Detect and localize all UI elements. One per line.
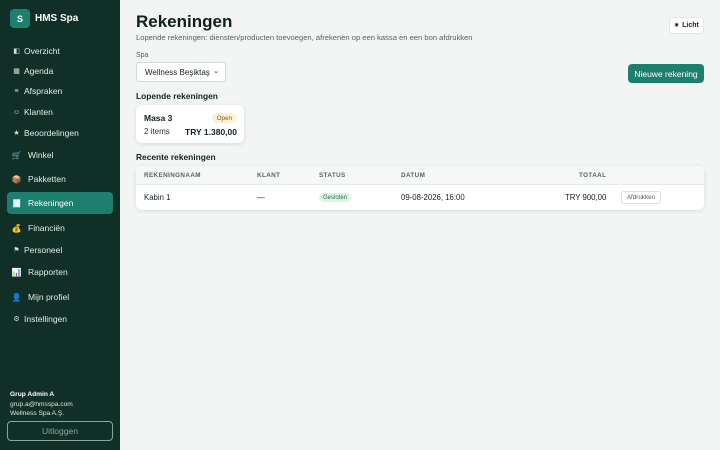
flag-icon: ⚑ bbox=[13, 247, 20, 254]
receipt-icon: 🧾 bbox=[11, 198, 22, 208]
user-info: Grup Admin A grup.a@hmsspa.com Wellness … bbox=[10, 390, 73, 419]
star-icon: ★ bbox=[13, 130, 20, 137]
recent-bills-table: REKENINGNAAM KLANT STATUS DATUM TOTAAL K… bbox=[136, 166, 704, 210]
column-header-total: TOTAAL bbox=[579, 172, 607, 179]
sidebar-item-label: Rapporten bbox=[28, 267, 68, 277]
bill-total: TRY 1.380,00 bbox=[185, 127, 237, 137]
sidebar-item-label: Instellingen bbox=[24, 314, 68, 324]
user-icon: 👤 bbox=[11, 292, 22, 302]
sidebar-item-label: Pakketten bbox=[28, 174, 66, 184]
sidebar-item-pakketten[interactable]: 📦 Pakketten bbox=[7, 168, 113, 190]
sidebar-item-label: Klanten bbox=[24, 107, 53, 117]
package-icon: 📦 bbox=[11, 174, 22, 184]
theme-toggle-button[interactable]: ✷ Licht bbox=[669, 17, 704, 34]
sidebar-item-label: Mijn profiel bbox=[28, 292, 70, 302]
spa-select[interactable]: Wellness Beşiktaş ⌄ bbox=[136, 62, 226, 82]
money-bag-icon: 💰 bbox=[11, 223, 22, 233]
sidebar-item-afspraken[interactable]: ≡ Afspraken bbox=[7, 80, 113, 102]
bill-name: Masa 3 bbox=[144, 113, 173, 123]
sidebar-item-label: Financiën bbox=[28, 223, 65, 233]
sidebar-item-klanten[interactable]: ☺ Klanten bbox=[7, 101, 113, 123]
list-icon: ≡ bbox=[14, 87, 19, 95]
brand-logo: S bbox=[10, 9, 30, 28]
sidebar-item-rekeningen[interactable]: 🧾 Rekeningen bbox=[7, 192, 113, 214]
user-name: Grup Admin A bbox=[10, 391, 55, 398]
sidebar-item-label: Beoordelingen bbox=[24, 128, 79, 138]
gear-icon: ⚙ bbox=[13, 316, 20, 323]
sidebar-item-winkel[interactable]: 🛒 Winkel bbox=[7, 144, 113, 166]
theme-toggle-label: Licht bbox=[682, 22, 699, 29]
dashboard-icon: ◧ bbox=[13, 48, 20, 55]
spa-select-value: Wellness Beşiktaş bbox=[145, 67, 210, 77]
user-company: Wellness Spa A.Ş. bbox=[10, 410, 65, 417]
brand[interactable]: S HMS Spa bbox=[10, 9, 78, 28]
recent-bills-heading: Recente rekeningen bbox=[136, 152, 216, 162]
cell-name: Kabin 1 bbox=[144, 193, 171, 202]
sidebar-item-financien[interactable]: 💰 Financiën bbox=[7, 217, 113, 239]
table-header: REKENINGNAAM KLANT STATUS DATUM TOTAAL bbox=[136, 166, 704, 185]
brand-name: HMS Spa bbox=[35, 13, 79, 24]
sidebar-item-personeel[interactable]: ⚑ Personeel bbox=[7, 239, 113, 261]
print-button[interactable]: Afdrukken bbox=[621, 191, 661, 204]
user-email: grup.a@hmsspa.com bbox=[10, 400, 73, 408]
page-title: Rekeningen bbox=[136, 12, 233, 31]
chevron-down-icon: ⌄ bbox=[213, 68, 219, 75]
cell-date: 09-08-2026, 16:00 bbox=[401, 193, 465, 202]
bill-item-count: 2 items bbox=[144, 127, 170, 136]
column-header-status: STATUS bbox=[319, 172, 346, 179]
cell-total: TRY 900,00 bbox=[565, 193, 607, 202]
sidebar-item-agenda[interactable]: ▦ Agenda bbox=[7, 60, 113, 82]
sidebar-item-label: Agenda bbox=[24, 66, 54, 76]
status-badge: Open bbox=[211, 113, 237, 123]
column-header-name: REKENINGNAAM bbox=[144, 172, 201, 179]
column-header-client: KLANT bbox=[257, 172, 281, 179]
sidebar-item-label: Rekeningen bbox=[28, 198, 74, 208]
sidebar-item-rapporten[interactable]: 📊 Rapporten bbox=[7, 261, 113, 283]
sidebar-item-mijn-profiel[interactable]: 👤 Mijn profiel bbox=[7, 286, 113, 308]
sidebar-item-label: Afspraken bbox=[24, 86, 63, 96]
sidebar-item-label: Winkel bbox=[28, 150, 54, 160]
clients-icon: ☺ bbox=[12, 108, 21, 116]
sun-icon: ✷ bbox=[674, 23, 680, 29]
bar-chart-icon: 📊 bbox=[11, 267, 22, 277]
open-bills-heading: Lopende rekeningen bbox=[136, 91, 218, 101]
cell-client: — bbox=[257, 193, 265, 202]
cart-icon: 🛒 bbox=[11, 150, 22, 160]
sidebar-item-label: Overzicht bbox=[24, 46, 60, 56]
sidebar-item-instellingen[interactable]: ⚙ Instellingen bbox=[7, 308, 113, 330]
sidebar: S HMS Spa ◧ Overzicht ▦ Agenda ≡ Afsprak… bbox=[0, 0, 120, 450]
open-bill-card[interactable]: Masa 3 Open 2 items TRY 1.380,00 bbox=[136, 105, 244, 143]
status-badge: Gesloten bbox=[319, 193, 352, 202]
sidebar-item-beoordelingen[interactable]: ★ Beoordelingen bbox=[7, 122, 113, 144]
calendar-icon: ▦ bbox=[13, 68, 20, 75]
sidebar-item-label: Personeel bbox=[24, 245, 63, 255]
logout-button[interactable]: Uitloggen bbox=[7, 421, 113, 441]
spa-select-label: Spa bbox=[136, 52, 149, 59]
column-header-date: DATUM bbox=[401, 172, 426, 179]
new-bill-button[interactable]: Nieuwe rekening bbox=[628, 64, 704, 83]
sidebar-item-overzicht[interactable]: ◧ Overzicht bbox=[7, 40, 113, 62]
page-subtitle: Lopende rekeningen: diensten/producten t… bbox=[136, 33, 473, 42]
